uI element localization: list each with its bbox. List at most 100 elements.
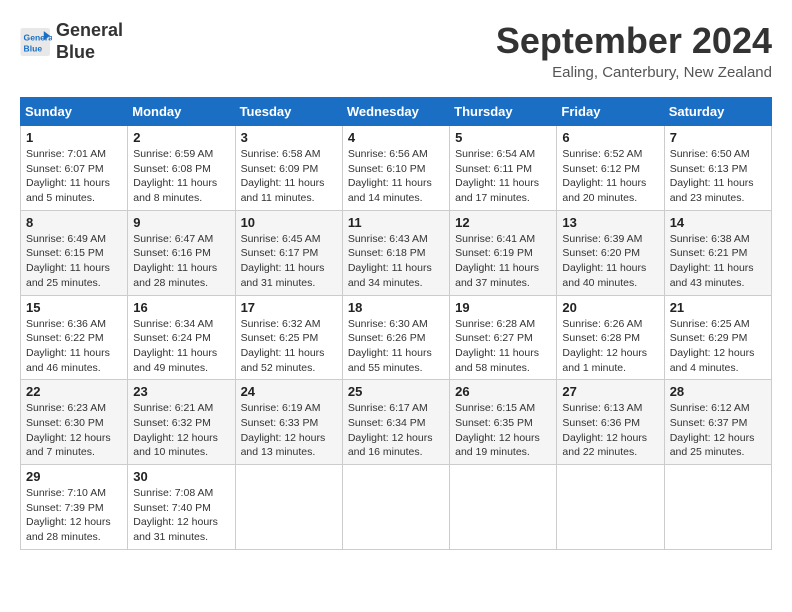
- day-number: 23: [133, 384, 229, 399]
- svg-text:Blue: Blue: [24, 43, 43, 53]
- logo-text-line1: General: [56, 20, 123, 42]
- day-info: Sunrise: 6:32 AM Sunset: 6:25 PM Dayligh…: [241, 317, 337, 376]
- day-number: 30: [133, 469, 229, 484]
- day-number: 6: [562, 130, 658, 145]
- day-info: Sunrise: 6:39 AM Sunset: 6:20 PM Dayligh…: [562, 232, 658, 291]
- day-number: 4: [348, 130, 444, 145]
- day-number: 2: [133, 130, 229, 145]
- calendar-cell: 11Sunrise: 6:43 AM Sunset: 6:18 PM Dayli…: [342, 210, 449, 295]
- month-title: September 2024: [496, 20, 772, 62]
- column-header-thursday: Thursday: [450, 98, 557, 126]
- calendar-week-row: 22 Sunrise: 6:23 AM Sunset: 6:30 PM Dayli…: [21, 380, 772, 465]
- day-info: Sunrise: 7:01 AM Sunset: 6:07 PM Dayligh…: [26, 147, 122, 206]
- calendar-cell: [450, 465, 557, 550]
- location-text: Ealing, Canterbury, New Zealand: [496, 64, 772, 81]
- calendar-cell: 22 Sunrise: 6:23 AM Sunset: 6:30 PM Dayli…: [21, 380, 128, 465]
- calendar-cell: 1Sunrise: 7:01 AM Sunset: 6:07 PM Daylig…: [21, 126, 128, 211]
- day-number: 9: [133, 215, 229, 230]
- calendar-cell: 5Sunrise: 6:54 AM Sunset: 6:11 PM Daylig…: [450, 126, 557, 211]
- calendar-cell: 3 Sunrise: 6:58 AM Sunset: 6:09 PM Daylig…: [235, 126, 342, 211]
- calendar-cell: 23 Sunrise: 6:21 AM Sunset: 6:32 PM Dayli…: [128, 380, 235, 465]
- day-number: 21: [670, 300, 766, 315]
- column-header-monday: Monday: [128, 98, 235, 126]
- day-number: 18: [348, 300, 444, 315]
- calendar-cell: 7 Sunrise: 6:50 AM Sunset: 6:13 PM Daylig…: [664, 126, 771, 211]
- calendar-header-row: SundayMondayTuesdayWednesdayThursdayFrid…: [21, 98, 772, 126]
- calendar-cell: 28Sunrise: 6:12 AM Sunset: 6:37 PM Dayli…: [664, 380, 771, 465]
- calendar-cell: 15 Sunrise: 6:36 AM Sunset: 6:22 PM Dayli…: [21, 295, 128, 380]
- calendar-cell: 29Sunrise: 7:10 AM Sunset: 7:39 PM Dayli…: [21, 465, 128, 550]
- calendar-cell: [664, 465, 771, 550]
- calendar-cell: 4Sunrise: 6:56 AM Sunset: 6:10 PM Daylig…: [342, 126, 449, 211]
- day-info: Sunrise: 6:36 AM Sunset: 6:22 PM Dayligh…: [26, 317, 122, 376]
- calendar-cell: 9 Sunrise: 6:47 AM Sunset: 6:16 PM Daylig…: [128, 210, 235, 295]
- calendar-week-row: 1Sunrise: 7:01 AM Sunset: 6:07 PM Daylig…: [21, 126, 772, 211]
- calendar-cell: 14 Sunrise: 6:38 AM Sunset: 6:21 PM Dayli…: [664, 210, 771, 295]
- day-number: 24: [241, 384, 337, 399]
- column-header-tuesday: Tuesday: [235, 98, 342, 126]
- day-info: Sunrise: 6:59 AM Sunset: 6:08 PM Dayligh…: [133, 147, 229, 206]
- day-info: Sunrise: 6:25 AM Sunset: 6:29 PM Dayligh…: [670, 317, 766, 376]
- calendar-cell: 25Sunrise: 6:17 AM Sunset: 6:34 PM Dayli…: [342, 380, 449, 465]
- calendar-cell: 20 Sunrise: 6:26 AM Sunset: 6:28 PM Dayli…: [557, 295, 664, 380]
- day-info: Sunrise: 6:45 AM Sunset: 6:17 PM Dayligh…: [241, 232, 337, 291]
- calendar-cell: 27Sunrise: 6:13 AM Sunset: 6:36 PM Dayli…: [557, 380, 664, 465]
- day-info: Sunrise: 6:21 AM Sunset: 6:32 PM Dayligh…: [133, 401, 229, 460]
- day-info: Sunrise: 6:41 AM Sunset: 6:19 PM Dayligh…: [455, 232, 551, 291]
- day-number: 10: [241, 215, 337, 230]
- day-info: Sunrise: 6:49 AM Sunset: 6:15 PM Dayligh…: [26, 232, 122, 291]
- calendar-cell: 17 Sunrise: 6:32 AM Sunset: 6:25 PM Dayli…: [235, 295, 342, 380]
- day-number: 11: [348, 215, 444, 230]
- calendar-week-row: 8 Sunrise: 6:49 AM Sunset: 6:15 PM Daylig…: [21, 210, 772, 295]
- day-info: Sunrise: 6:50 AM Sunset: 6:13 PM Dayligh…: [670, 147, 766, 206]
- day-info: Sunrise: 6:58 AM Sunset: 6:09 PM Dayligh…: [241, 147, 337, 206]
- day-number: 27: [562, 384, 658, 399]
- day-number: 14: [670, 215, 766, 230]
- day-number: 19: [455, 300, 551, 315]
- day-info: Sunrise: 6:52 AM Sunset: 6:12 PM Dayligh…: [562, 147, 658, 206]
- day-number: 3: [241, 130, 337, 145]
- calendar-cell: 2 Sunrise: 6:59 AM Sunset: 6:08 PM Daylig…: [128, 126, 235, 211]
- column-header-sunday: Sunday: [21, 98, 128, 126]
- day-number: 7: [670, 130, 766, 145]
- calendar-table: SundayMondayTuesdayWednesdayThursdayFrid…: [20, 97, 772, 550]
- day-info: Sunrise: 6:38 AM Sunset: 6:21 PM Dayligh…: [670, 232, 766, 291]
- day-number: 22: [26, 384, 122, 399]
- day-number: 13: [562, 215, 658, 230]
- day-number: 15: [26, 300, 122, 315]
- day-number: 26: [455, 384, 551, 399]
- calendar-cell: 6 Sunrise: 6:52 AM Sunset: 6:12 PM Daylig…: [557, 126, 664, 211]
- calendar-cell: 13 Sunrise: 6:39 AM Sunset: 6:20 PM Dayli…: [557, 210, 664, 295]
- calendar-week-row: 15 Sunrise: 6:36 AM Sunset: 6:22 PM Dayli…: [21, 295, 772, 380]
- day-info: Sunrise: 6:15 AM Sunset: 6:35 PM Dayligh…: [455, 401, 551, 460]
- calendar-cell: [557, 465, 664, 550]
- day-number: 17: [241, 300, 337, 315]
- calendar-cell: 18 Sunrise: 6:30 AM Sunset: 6:26 PM Dayli…: [342, 295, 449, 380]
- calendar-cell: [342, 465, 449, 550]
- day-number: 20: [562, 300, 658, 315]
- day-info: Sunrise: 6:26 AM Sunset: 6:28 PM Dayligh…: [562, 317, 658, 376]
- day-info: Sunrise: 7:08 AM Sunset: 7:40 PM Dayligh…: [133, 486, 229, 545]
- day-number: 8: [26, 215, 122, 230]
- calendar-cell: 30 Sunrise: 7:08 AM Sunset: 7:40 PM Dayli…: [128, 465, 235, 550]
- day-number: 28: [670, 384, 766, 399]
- day-info: Sunrise: 6:19 AM Sunset: 6:33 PM Dayligh…: [241, 401, 337, 460]
- day-number: 5: [455, 130, 551, 145]
- day-info: Sunrise: 6:28 AM Sunset: 6:27 PM Dayligh…: [455, 317, 551, 376]
- day-number: 16: [133, 300, 229, 315]
- calendar-cell: 24 Sunrise: 6:19 AM Sunset: 6:33 PM Dayli…: [235, 380, 342, 465]
- calendar-cell: 16 Sunrise: 6:34 AM Sunset: 6:24 PM Dayli…: [128, 295, 235, 380]
- calendar-cell: 8 Sunrise: 6:49 AM Sunset: 6:15 PM Daylig…: [21, 210, 128, 295]
- column-header-wednesday: Wednesday: [342, 98, 449, 126]
- day-info: Sunrise: 6:23 AM Sunset: 6:30 PM Dayligh…: [26, 401, 122, 460]
- day-info: Sunrise: 6:30 AM Sunset: 6:26 PM Dayligh…: [348, 317, 444, 376]
- title-block: September 2024 Ealing, Canterbury, New Z…: [496, 20, 772, 81]
- calendar-cell: 26 Sunrise: 6:15 AM Sunset: 6:35 PM Dayli…: [450, 380, 557, 465]
- day-info: Sunrise: 6:34 AM Sunset: 6:24 PM Dayligh…: [133, 317, 229, 376]
- column-header-saturday: Saturday: [664, 98, 771, 126]
- logo: General Blue General Blue: [20, 20, 123, 63]
- logo-text-line2: Blue: [56, 42, 123, 64]
- day-info: Sunrise: 6:47 AM Sunset: 6:16 PM Dayligh…: [133, 232, 229, 291]
- calendar-week-row: 29Sunrise: 7:10 AM Sunset: 7:39 PM Dayli…: [21, 465, 772, 550]
- day-number: 29: [26, 469, 122, 484]
